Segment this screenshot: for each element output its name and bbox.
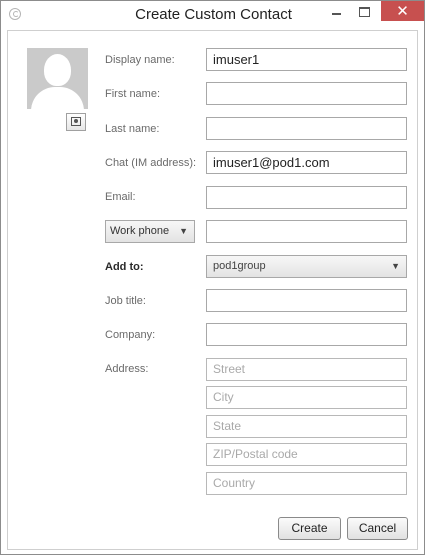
chevron-down-icon: ▼: [391, 261, 400, 271]
person-silhouette-icon: [27, 48, 88, 109]
close-button[interactable]: ✕: [381, 1, 424, 21]
state-field[interactable]: State: [206, 415, 407, 438]
cancel-button[interactable]: Cancel: [347, 517, 408, 540]
address-label: Address:: [105, 363, 149, 375]
zip-field[interactable]: ZIP/Postal code: [206, 443, 407, 466]
contact-card-icon: [71, 117, 81, 126]
city-field[interactable]: City: [206, 386, 407, 409]
display-name-field[interactable]: imuser1: [206, 48, 407, 71]
chat-address-label: Chat (IM address):: [105, 157, 197, 169]
phone-field[interactable]: [206, 220, 407, 243]
display-name-label: Display name:: [105, 54, 175, 66]
chevron-down-icon: ▼: [179, 226, 188, 236]
phone-type-selected: Work phone: [110, 225, 170, 237]
first-name-label: First name:: [105, 88, 161, 100]
maximize-icon: [359, 7, 370, 17]
avatar-head: [44, 54, 71, 86]
phone-type-dropdown[interactable]: Work phone ▼: [105, 220, 195, 243]
contact-form: Display name: imuser1 First name: Last n…: [7, 30, 418, 550]
add-to-label: Add to:: [105, 261, 144, 273]
create-button[interactable]: Create: [278, 517, 341, 540]
title-bar[interactable]: Create Custom Contact ✕: [1, 1, 424, 29]
company-field[interactable]: [206, 323, 407, 346]
last-name-label: Last name:: [105, 123, 160, 135]
close-icon: ✕: [396, 2, 409, 20]
maximize-button[interactable]: [351, 1, 377, 21]
email-label: Email:: [105, 191, 136, 203]
add-to-selected: pod1group: [213, 260, 266, 272]
chat-address-field[interactable]: imuser1@pod1.com: [206, 151, 407, 174]
last-name-field[interactable]: [206, 117, 407, 140]
create-contact-window: Create Custom Contact ✕ Display name: im…: [0, 0, 425, 555]
job-title-label: Job title:: [105, 295, 146, 307]
country-field[interactable]: Country: [206, 472, 407, 495]
email-field[interactable]: [206, 186, 407, 209]
street-field[interactable]: Street: [206, 358, 407, 381]
company-label: Company:: [105, 329, 156, 341]
avatar-body: [31, 87, 84, 109]
minimize-button[interactable]: [323, 1, 349, 21]
job-title-field[interactable]: [206, 289, 407, 312]
minimize-icon: [332, 13, 341, 15]
change-photo-button[interactable]: [66, 113, 86, 131]
first-name-field[interactable]: [206, 82, 407, 105]
add-to-dropdown[interactable]: pod1group ▼: [206, 255, 407, 278]
